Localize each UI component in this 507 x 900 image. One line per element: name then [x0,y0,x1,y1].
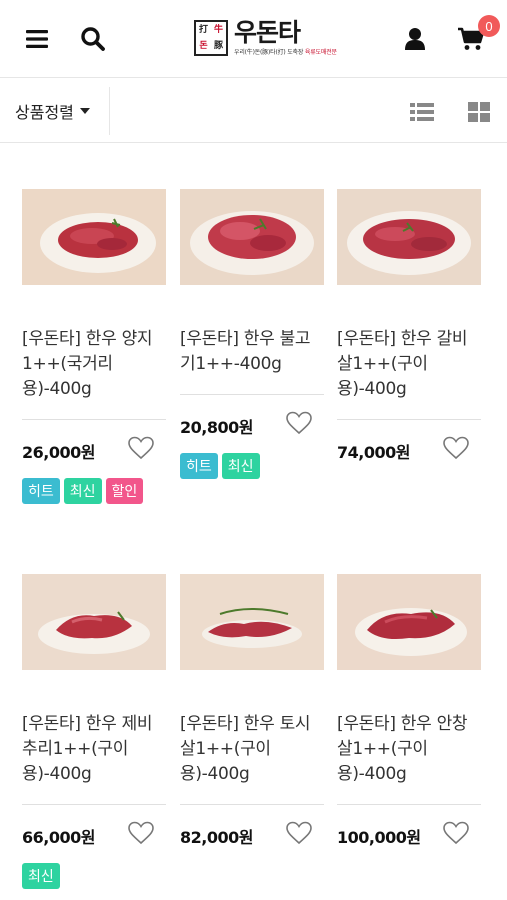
new-badge: 최신 [63,478,102,504]
product-card[interactable]: [우돈타] 한우 불고기1++-400g 20,800원 히트 최신 [180,189,324,519]
badge-group: 최신 [22,863,60,889]
product-price: 100,000원 [337,828,421,847]
product-card[interactable]: [우돈타] 한우 양지1++(국거리용)-400g 26,000원 히트 최신 … [22,189,166,519]
top-header: 打 牛 돈 豚 우돈타 우리(牛)돈(豚)타(打) 도축장 육류도매전문 0 [0,0,507,78]
product-image[interactable] [180,189,324,285]
badge-group: 히트 최신 할인 [22,478,144,504]
product-card[interactable]: [우돈타] 한우 제비추리1++(구이용)-400g 66,000원 최신 [22,574,166,894]
wishlist-heart-icon[interactable] [443,821,469,845]
user-icon [405,28,425,50]
grid-view-button[interactable] [466,101,492,123]
product-price: 82,000원 [180,828,253,847]
product-name[interactable]: [우돈타] 한우 갈비살1++(구이용)-400g [337,327,481,402]
divider [180,394,324,395]
menu-button[interactable] [22,22,52,56]
product-image[interactable] [337,189,481,285]
product-image[interactable] [337,574,481,670]
product-price: 66,000원 [22,828,95,847]
product-price: 20,800원 [180,418,253,437]
product-name[interactable]: [우돈타] 한우 불고기1++-400g [180,327,324,377]
divider [22,419,166,420]
wishlist-heart-icon[interactable] [128,821,154,845]
my-account-button[interactable] [400,22,430,56]
hit-badge: 히트 [22,478,60,504]
sort-dropdown[interactable]: 상품정렬 [0,87,110,135]
hit-badge: 히트 [180,453,218,479]
product-card[interactable]: [우돈타] 한우 안창살1++(구이용)-400g 100,000원 [337,574,481,874]
cart-button[interactable]: 0 [456,15,500,56]
product-price: 74,000원 [337,443,410,462]
brand-logo[interactable]: 打 牛 돈 豚 우돈타 우리(牛)돈(豚)타(打) 도축장 육류도매전문 [194,18,337,58]
product-card[interactable]: [우돈타] 한우 갈비살1++(구이용)-400g 74,000원 [337,189,481,519]
product-name[interactable]: [우돈타] 한우 제비추리1++(구이용)-400g [22,712,166,787]
divider [337,804,481,805]
wishlist-heart-icon[interactable] [286,411,312,435]
grid-view-icon [468,102,490,122]
product-image[interactable] [180,574,324,670]
wishlist-heart-icon[interactable] [443,436,469,460]
divider [22,804,166,805]
new-badge: 최신 [22,863,60,889]
cart-count-badge: 0 [478,15,500,37]
wishlist-heart-icon[interactable] [286,821,312,845]
new-badge: 최신 [221,453,260,479]
search-button[interactable] [78,22,108,56]
list-view-icon [410,103,434,121]
logo-tagline: 우리(牛)돈(豚)타(打) 도축장 육류도매전문 [234,49,337,56]
product-toolbar: 상품정렬 [0,79,507,143]
wishlist-heart-icon[interactable] [128,436,154,460]
sale-badge: 할인 [105,478,144,504]
product-name[interactable]: [우돈타] 한우 토시살1++(구이용)-400g [180,712,324,787]
product-price: 26,000원 [22,443,95,462]
hamburger-icon [26,30,48,48]
sort-label: 상품정렬 [15,103,74,122]
product-name[interactable]: [우돈타] 한우 안창살1++(구이용)-400g [337,712,481,787]
divider [180,804,324,805]
search-icon [81,27,105,51]
product-image[interactable] [22,189,166,285]
logo-seal: 打 牛 돈 豚 [194,20,228,56]
list-view-button[interactable] [409,101,435,123]
product-name[interactable]: [우돈타] 한우 양지1++(국거리용)-400g [22,327,166,402]
product-image[interactable] [22,574,166,670]
caret-down-icon [79,108,90,114]
badge-group: 히트 최신 [180,453,260,479]
product-card[interactable]: [우돈타] 한우 토시살1++(구이용)-400g 82,000원 [180,574,324,874]
logo-wordmark: 우돈타 [234,18,301,47]
divider [337,419,481,420]
